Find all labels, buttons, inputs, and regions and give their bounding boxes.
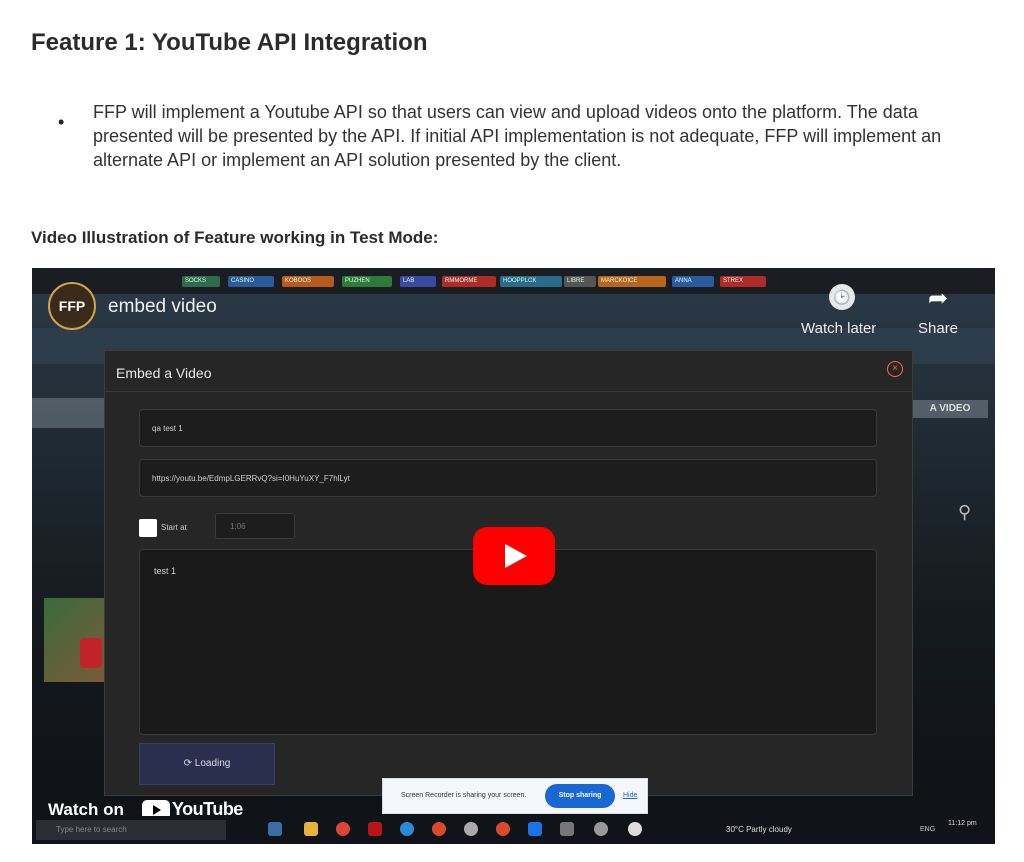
taskbar-search-input[interactable]: Type here to search (36, 820, 226, 840)
app-icon[interactable] (368, 822, 382, 836)
start-at-label: Start at (161, 523, 187, 532)
start-at-time-input[interactable]: 1:06 (215, 513, 295, 539)
weather-widget[interactable]: 30°C Partly cloudy (726, 825, 792, 834)
chrome-icon[interactable] (336, 822, 350, 836)
browser-tab: STREX (720, 276, 766, 287)
chrome-icon[interactable] (432, 822, 446, 836)
background-page-title (32, 398, 104, 428)
screen-sharing-bar: Screen Recorder is sharing your screen. … (382, 778, 648, 814)
browser-tab: RMMORME (442, 276, 496, 287)
feature-heading: Feature 1: YouTube API Integration (31, 29, 428, 56)
browser-tab: PUZHEN (342, 276, 392, 287)
video-subheading: Video Illustration of Feature working in… (31, 228, 439, 247)
background-thumbnail-play (80, 638, 102, 668)
chrome-icon[interactable] (496, 822, 510, 836)
file-explorer-icon[interactable] (304, 822, 318, 836)
app-icon[interactable] (594, 822, 608, 836)
search-icon: ⚲ (958, 502, 972, 522)
watch-later-label[interactable]: Watch later (801, 320, 876, 337)
language-indicator[interactable]: ENG (920, 826, 935, 833)
browser-tab: KOBOOS (282, 276, 334, 287)
play-icon[interactable] (473, 527, 555, 585)
embedded-video-player[interactable]: SOCKS CASINO KOBOOS PUZHEN LAB RMMORME H… (32, 268, 995, 844)
share-label[interactable]: Share (918, 320, 958, 337)
video-url-input[interactable]: https://youtu.be/EdmpLGERRvQ?si=I0HuYuXY… (139, 459, 877, 497)
browser-tab: CASINO (228, 276, 274, 287)
browser-tab: SOCKS (182, 276, 220, 287)
loading-label: Loading (194, 758, 231, 769)
screen-sharing-message: Screen Recorder is sharing your screen. (401, 792, 527, 799)
video-title[interactable]: embed video (108, 296, 217, 318)
loading-submit-button[interactable]: ⟳ Loading (139, 743, 275, 785)
browser-tab: MARCKOICE (598, 276, 666, 287)
feature-description: FFP will implement a Youtube API so that… (93, 102, 942, 170)
drive-icon[interactable] (528, 822, 542, 836)
hide-link[interactable]: Hide (623, 792, 637, 799)
browser-tab: LIBRE (564, 276, 596, 287)
channel-avatar[interactable]: FFP (48, 282, 96, 330)
background-add-video-button: A VIDEO (912, 400, 988, 418)
app-icon[interactable] (560, 822, 574, 836)
browser-tab: LAB (400, 276, 436, 287)
clock-icon[interactable]: 🕑 (829, 284, 855, 310)
bullet-dot: • (58, 112, 65, 132)
edge-icon[interactable] (400, 822, 414, 836)
windows-taskbar: Type here to search 30°C Partly cloudy E… (32, 816, 995, 844)
media-player-icon[interactable] (628, 822, 642, 836)
taskbar-clock[interactable]: 11:12 pm (948, 820, 977, 827)
taskview-icon[interactable] (268, 822, 282, 836)
browser-tab: HOOPPLCK (500, 276, 562, 287)
browser-tab: ANNA (672, 276, 714, 287)
modal-header: Embed a Video × (105, 351, 912, 392)
spinner-icon: ⟳ (183, 758, 195, 769)
start-at-checkbox[interactable] (139, 519, 157, 537)
app-icon[interactable] (464, 822, 478, 836)
modal-title: Embed a Video (116, 365, 212, 381)
video-title-input[interactable]: qa test 1 (139, 409, 877, 447)
stop-sharing-button[interactable]: Stop sharing (545, 784, 615, 808)
share-arrow-icon[interactable]: ➦ (928, 284, 948, 313)
close-circle-icon[interactable]: × (887, 361, 903, 377)
